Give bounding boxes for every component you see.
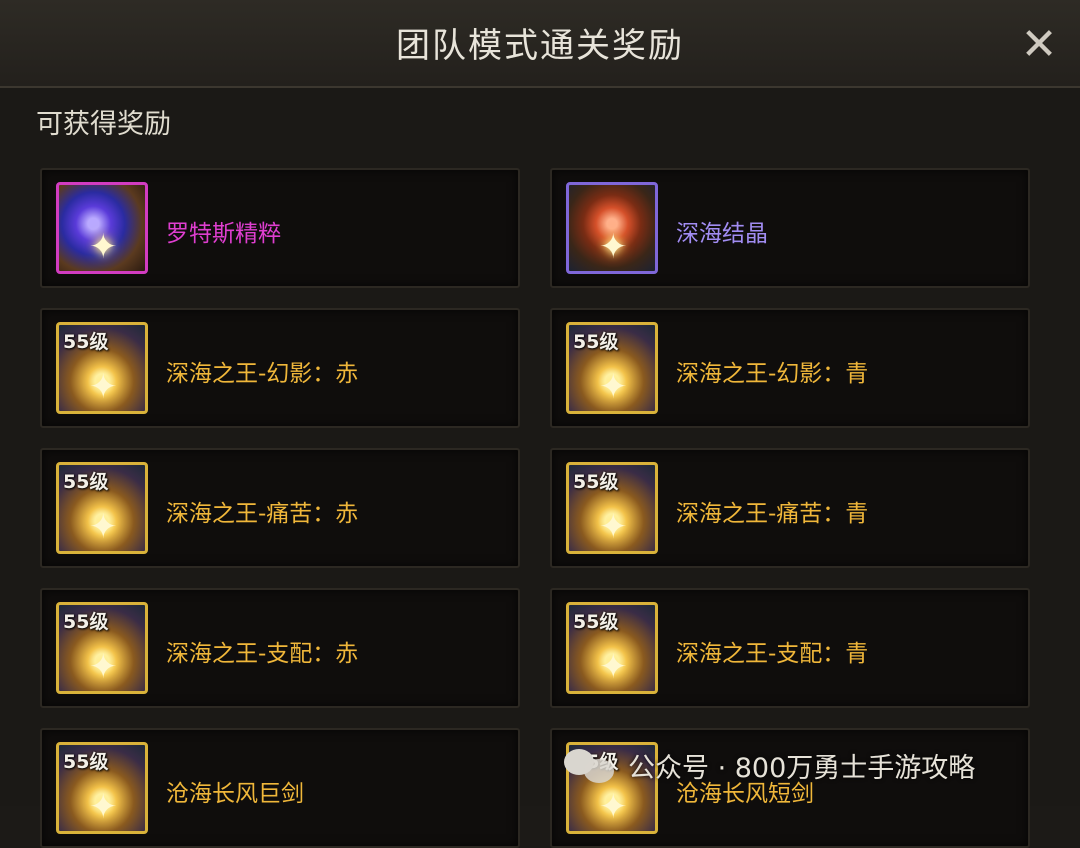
item-level-badge: 55级 — [63, 331, 109, 353]
item-level-badge: 55级 — [573, 611, 619, 633]
reward-item-icon[interactable]: ✦ 55级 — [56, 602, 148, 694]
reward-item-name: 沧海长风巨剑 — [166, 781, 304, 807]
sparkle-icon: ✦ — [89, 367, 118, 407]
watermark: 公众号 · 800万勇士手游攻略 — [562, 738, 975, 792]
sparkle-icon: ✦ — [89, 227, 118, 267]
reward-card[interactable]: ✦ 55级深海之王-支配：赤 — [40, 588, 520, 708]
reward-item-icon[interactable]: ✦ — [566, 182, 658, 274]
reward-item-name: 深海之王-幻影：青 — [676, 361, 869, 387]
reward-item-name: 深海之王-支配：青 — [676, 641, 869, 667]
reward-card[interactable]: ✦ 55级深海之王-支配：青 — [550, 588, 1030, 708]
reward-item-icon[interactable]: ✦ 55级 — [56, 742, 148, 834]
reward-item-icon[interactable]: ✦ — [56, 182, 148, 274]
reward-card[interactable]: ✦ 55级深海之王-幻影：青 — [550, 308, 1030, 428]
reward-item-icon[interactable]: ✦ 55级 — [56, 322, 148, 414]
reward-card[interactable]: ✦ 55级深海之王-痛苦：赤 — [40, 448, 520, 568]
reward-item-name: 深海之王-幻影：赤 — [166, 361, 359, 387]
reward-item-name: 罗特斯精粹 — [166, 221, 281, 247]
sparkle-icon: ✦ — [599, 367, 628, 407]
reward-card[interactable]: ✦ 55级沧海长风巨剑 — [40, 728, 520, 848]
sparkle-icon: ✦ — [599, 507, 628, 547]
item-level-badge: 55级 — [63, 751, 109, 773]
reward-item-icon[interactable]: ✦ 55级 — [566, 322, 658, 414]
dialog-title: 团队模式通关奖励 — [396, 26, 684, 66]
sparkle-icon: ✦ — [599, 227, 628, 267]
sparkle-icon: ✦ — [89, 647, 118, 687]
wechat-icon — [562, 745, 618, 785]
section-label: 可获得奖励 — [36, 109, 171, 140]
item-level-badge: 55级 — [573, 471, 619, 493]
sparkle-icon: ✦ — [89, 507, 118, 547]
reward-item-name: 深海之王-支配：赤 — [166, 641, 359, 667]
reward-item-name: 深海之王-痛苦：青 — [676, 501, 869, 527]
reward-card[interactable]: ✦ 55级深海之王-幻影：赤 — [40, 308, 520, 428]
reward-card[interactable]: ✦ 罗特斯精粹 — [40, 168, 520, 288]
close-icon[interactable]: ✕ — [1016, 22, 1062, 68]
sparkle-icon: ✦ — [89, 787, 118, 827]
dialog-header: 团队模式通关奖励 ✕ — [0, 0, 1080, 88]
sparkle-icon: ✦ — [599, 787, 628, 827]
reward-item-name: 深海结晶 — [676, 221, 768, 247]
sparkle-icon: ✦ — [599, 647, 628, 687]
item-level-badge: 55级 — [63, 471, 109, 493]
item-level-badge: 55级 — [573, 331, 619, 353]
reward-item-name: 深海之王-痛苦：赤 — [166, 501, 359, 527]
watermark-text: 公众号 · 800万勇士手游攻略 — [628, 752, 976, 784]
reward-item-icon[interactable]: ✦ 55级 — [56, 462, 148, 554]
reward-card[interactable]: ✦ 55级深海之王-痛苦：青 — [550, 448, 1030, 568]
reward-card[interactable]: ✦ 深海结晶 — [550, 168, 1030, 288]
reward-item-icon[interactable]: ✦ 55级 — [566, 462, 658, 554]
reward-item-icon[interactable]: ✦ 55级 — [566, 602, 658, 694]
item-level-badge: 55级 — [63, 611, 109, 633]
